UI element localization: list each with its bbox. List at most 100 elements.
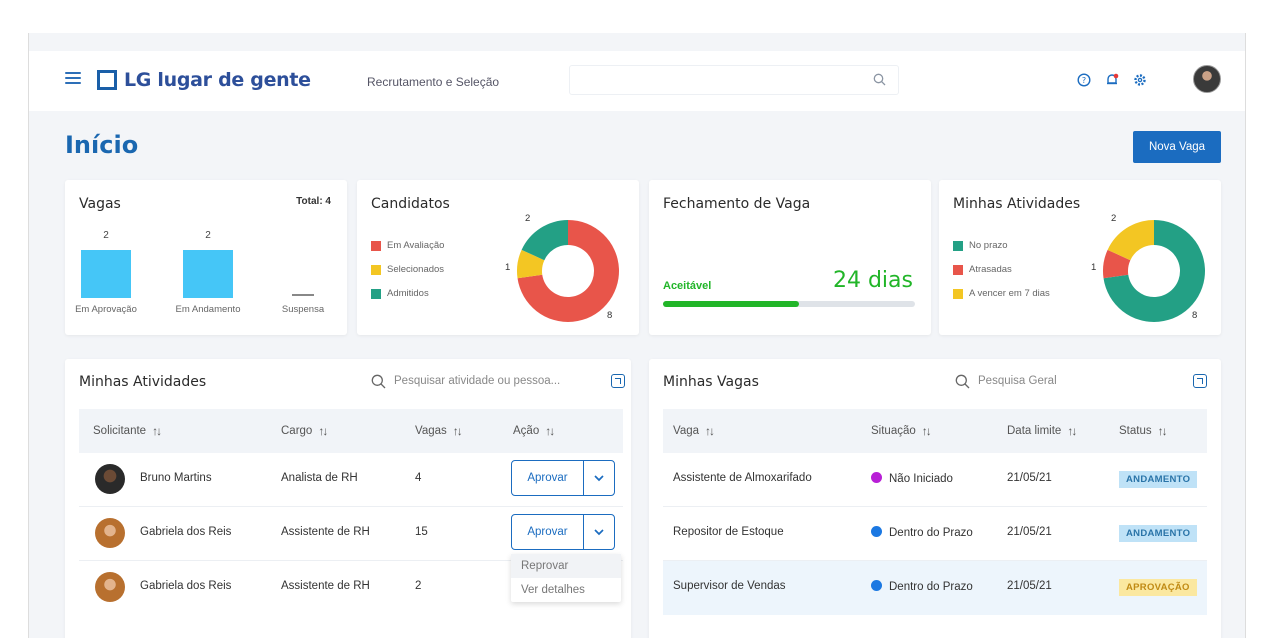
sort-icon[interactable]: ↑↓ [545,424,555,438]
chevron-down-icon[interactable] [584,461,614,495]
atividades-card: Minhas Atividades No prazo Atrasadas A v… [939,180,1221,335]
table-row[interactable]: Assistente de Almoxarifado Não Iniciado … [663,453,1207,507]
approve-button[interactable]: Aprovar [512,515,584,549]
column-header-label: Data limite [1007,425,1062,437]
column-header-label: Solicitante [93,425,147,437]
vagas-table-panel: Minhas Vagas Pesquisa Geral Vaga ↑↓ Situa… [649,359,1221,638]
legend-swatch [953,288,963,299]
new-job-button[interactable]: Nova Vaga [1133,131,1221,163]
bar-category-label: Suspensa [281,304,325,315]
column-header-label: Ação [513,425,540,437]
column-header-solicitante[interactable]: Solicitante ↑↓ [93,424,162,438]
legend-label: Atrasadas [969,264,1012,275]
menu-item-ver-detalhes[interactable]: Ver detalhes [511,578,621,602]
legend-label: Em Avaliação [387,240,445,251]
data-limite-cell: 21/05/21 [1007,472,1052,484]
column-header-cargo[interactable]: Cargo ↑↓ [281,424,328,438]
menu-item-reprovar[interactable]: Reprovar [511,554,621,578]
sort-icon[interactable]: ↑↓ [1067,424,1077,438]
vagas-table-title: Minhas Vagas [663,374,759,390]
donut-label-top: 2 [1111,213,1117,224]
data-limite-cell: 21/05/21 [1007,526,1052,538]
column-header-situacao[interactable]: Situação ↑↓ [871,424,932,438]
situacao-cell: Dentro do Prazo [871,580,973,593]
closing-days-value: 24 dias [832,268,913,293]
donut-label-top: 2 [525,213,531,224]
expand-icon[interactable] [611,374,625,388]
vagas-card: Vagas Total: 4 2 Em Aprovação 2 Em Andament… [65,180,347,335]
column-header-vaga[interactable]: Vaga ↑↓ [673,424,715,438]
sort-icon[interactable]: ↑↓ [1158,424,1168,438]
solicitante-name: Gabriela dos Reis [140,526,232,538]
legend-item: Em Avaliação [371,240,444,251]
help-icon[interactable]: ? [1077,73,1091,87]
column-header-data-limite[interactable]: Data limite ↑↓ [1007,424,1077,438]
vagas-card-title: Vagas [79,196,121,212]
bar-zero-line [292,294,314,296]
avatar [95,572,125,602]
avatar [95,464,125,494]
sort-icon[interactable]: ↑↓ [152,424,162,438]
situacao-label: Dentro do Prazo [889,581,973,593]
table-row[interactable]: Supervisor de Vendas Dentro do Prazo 21/… [663,561,1207,615]
sort-icon[interactable]: ↑↓ [705,424,715,438]
expand-icon[interactable] [1193,374,1207,388]
logo-square-icon [97,70,117,90]
module-name[interactable]: Recrutamento e Seleção [367,75,499,89]
global-search-input[interactable] [569,65,899,95]
table-row[interactable]: Bruno Martins Analista de RH 4 Aprovar [79,453,623,507]
candidatos-donut-chart [517,220,619,322]
donut-label-left: 1 [505,262,511,273]
notification-bell-icon[interactable] [1105,73,1119,87]
solicitante-name: Bruno Martins [140,472,212,484]
table-row[interactable]: Repositor de Estoque Dentro do Prazo 21/… [663,507,1207,561]
atividades-card-title: Minhas Atividades [953,196,1081,212]
sort-icon[interactable]: ↑↓ [922,424,932,438]
vagas-cell: 15 [415,526,428,538]
cargo-cell: Analista de RH [281,472,358,484]
vaga-cell: Repositor de Estoque [673,526,784,538]
hamburger-menu-icon[interactable] [65,72,81,86]
column-header-vagas[interactable]: Vagas ↑↓ [415,424,463,438]
bar-value-label: 2 [205,230,211,241]
atividades-search-input[interactable]: Pesquisar atividade ou pessoa... [371,367,601,395]
avatar [95,518,125,548]
closing-progress-fill [663,301,800,307]
status-dot [871,580,882,591]
status-badge: ANDAMENTO [1119,471,1198,488]
vagas-search-input[interactable]: Pesquisa Geral [955,367,1175,395]
column-header-status[interactable]: Status ↑↓ [1119,424,1168,438]
user-avatar[interactable] [1193,65,1221,93]
situacao-label: Não Iniciado [889,473,953,485]
vagas-cell: 2 [415,580,422,592]
search-icon [955,374,970,388]
approve-button[interactable]: Aprovar [512,461,584,495]
legend-swatch [953,240,963,251]
logo[interactable]: LG lugar de gente [97,68,311,92]
logo-text: LG lugar de gente [124,69,311,91]
chevron-down-icon[interactable] [584,515,614,549]
sort-icon[interactable]: ↑↓ [318,424,328,438]
bar [81,250,131,298]
approve-split-button: Aprovar [511,460,615,496]
status-dot [871,526,882,537]
donut-label-left: 1 [1091,262,1097,273]
column-header-acao[interactable]: Ação ↑↓ [513,424,555,438]
vagas-total: Total: 4 [296,196,331,207]
column-header-label: Vaga [673,425,700,437]
status-dot [871,472,882,483]
bar [183,250,233,298]
gear-icon[interactable] [1133,73,1147,87]
legend-label: A vencer em 7 dias [969,288,1050,299]
closing-status-label: Aceitável [663,280,712,292]
bar-category-label: Em Andamento [175,304,241,315]
table-row[interactable]: Gabriela dos Reis Assistente de RH 15 Ap… [79,507,623,561]
fechamento-card-title: Fechamento de Vaga [663,196,811,212]
vagas-cell: 4 [415,472,422,484]
legend-item: No prazo [953,240,1008,251]
donut-label-bottom: 8 [607,310,613,321]
solicitante-name: Gabriela dos Reis [140,580,232,592]
legend-item: Admitidos [371,288,429,299]
column-header-label: Status [1119,425,1152,437]
sort-icon[interactable]: ↑↓ [453,424,463,438]
